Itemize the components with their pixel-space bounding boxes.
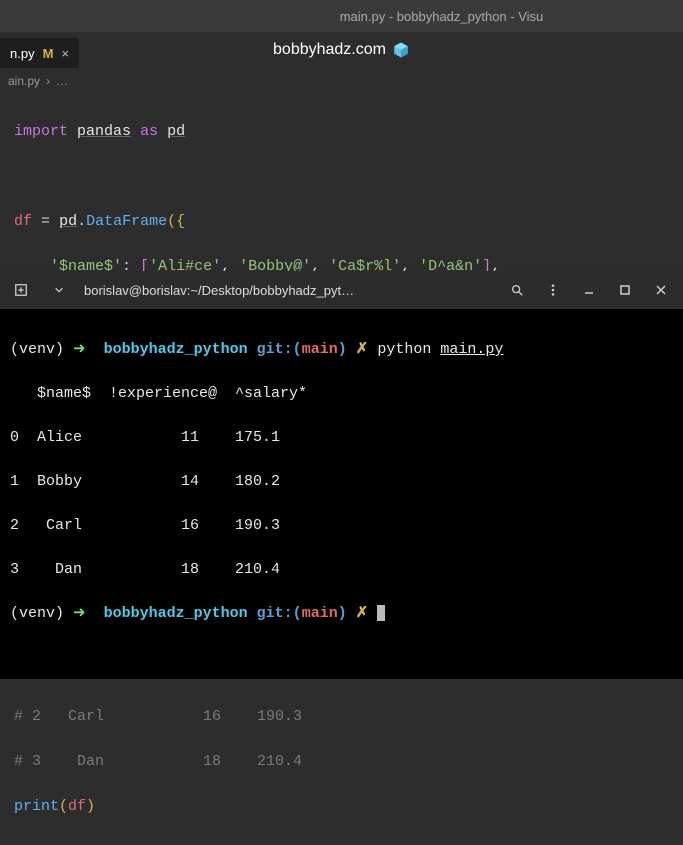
func-print: print — [14, 798, 59, 815]
terminal-line: $name$ !experience@ ^salary* — [10, 383, 673, 405]
terminal-line: 3 Dan 18 210.4 — [10, 559, 673, 581]
maximize-icon[interactable] — [611, 276, 639, 304]
comment-line: # 2 Carl 16 190.3 — [14, 708, 302, 725]
menu-icon[interactable] — [539, 276, 567, 304]
breadcrumb-separator: › — [46, 74, 50, 88]
tab-filename: n.py — [10, 46, 35, 61]
terminal-line: 1 Bobby 14 180.2 — [10, 471, 673, 493]
brand-header: bobbyhadz.com — [0, 32, 683, 68]
editor-tab-main[interactable]: n.py M × — [0, 38, 79, 68]
terminal-cursor — [377, 605, 385, 621]
search-icon[interactable] — [503, 276, 531, 304]
tab-modified-badge: M — [43, 46, 54, 61]
op-eq: = — [41, 213, 50, 230]
module-pandas: pandas — [77, 123, 131, 140]
chevron-down-icon[interactable] — [46, 277, 72, 303]
keyword-as: as — [140, 123, 158, 140]
terminal-line: 2 Carl 16 190.3 — [10, 515, 673, 537]
terminal-titlebar: borislav@borislav:~/Desktop/bobbyhadz_py… — [0, 271, 683, 309]
brand-text: bobbyhadz.com — [273, 41, 386, 59]
var-df: df — [14, 213, 32, 230]
breadcrumb[interactable]: ain.py › … — [0, 68, 683, 94]
close-icon[interactable]: × — [61, 46, 69, 61]
terminal-line: 0 Alice 11 175.1 — [10, 427, 673, 449]
keyword-import: import — [14, 123, 68, 140]
window-title: main.py - bobbyhadz_python - Visu — [340, 9, 544, 24]
tab-bar: n.py M × — [0, 38, 79, 68]
comment-line: # 3 Dan 18 210.4 — [14, 753, 302, 770]
terminal-output[interactable]: (venv) ➜ bobbyhadz_python git:(main) ✗ p… — [0, 309, 683, 679]
terminal-title: borislav@borislav:~/Desktop/bobbyhadz_py… — [84, 283, 491, 298]
terminal-panel: borislav@borislav:~/Desktop/bobbyhadz_py… — [0, 271, 683, 679]
alias-pd: pd — [167, 123, 185, 140]
minimize-icon[interactable] — [575, 276, 603, 304]
breadcrumb-file: ain.py — [8, 74, 40, 88]
new-tab-icon[interactable] — [8, 277, 34, 303]
breadcrumb-more: … — [56, 74, 68, 88]
ref-pd: pd — [59, 213, 77, 230]
window-titlebar: main.py - bobbyhadz_python - Visu — [0, 0, 683, 32]
close-icon[interactable] — [647, 276, 675, 304]
func-dataframe: DataFrame — [86, 213, 167, 230]
cube-icon — [392, 41, 410, 59]
brace-open: ({ — [167, 213, 185, 230]
